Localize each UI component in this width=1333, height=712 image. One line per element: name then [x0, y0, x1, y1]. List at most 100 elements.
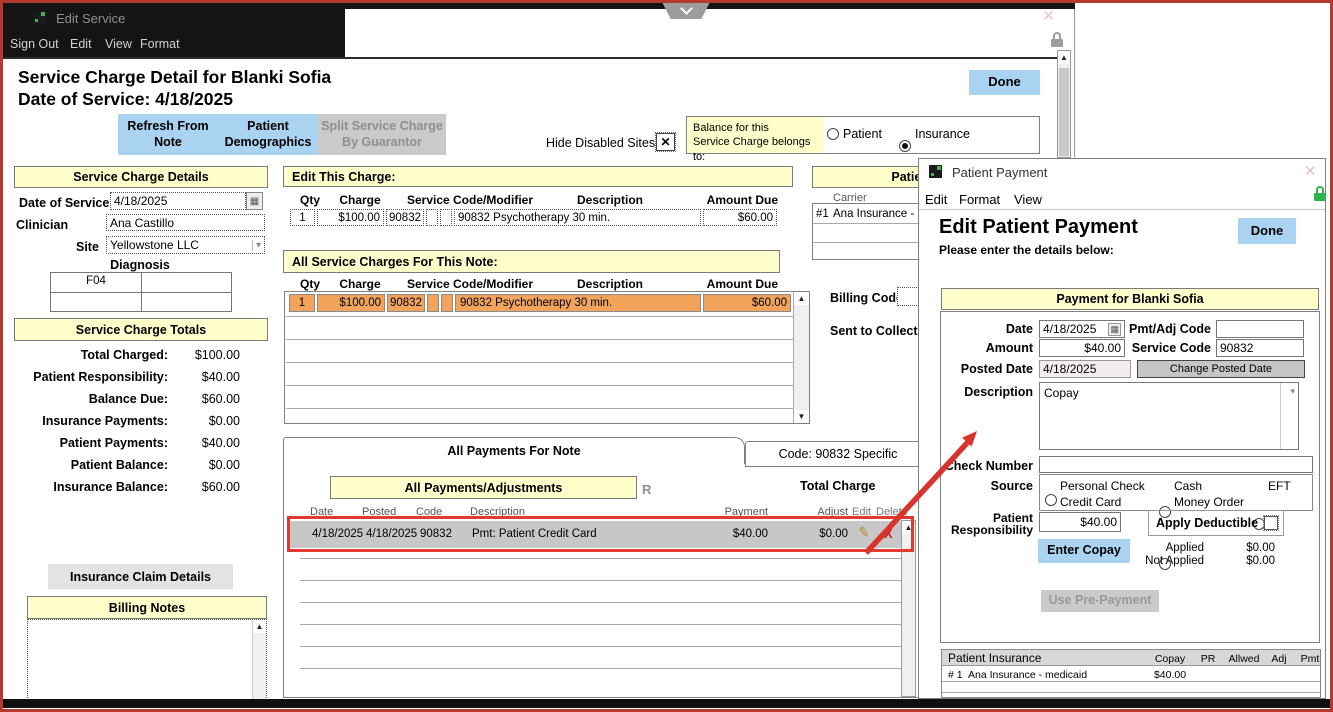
site-select[interactable]: Yellowstone LLC ▾ — [106, 236, 265, 254]
tab-all-payments[interactable]: All Payments For Note — [283, 437, 745, 464]
menu-edit[interactable]: Edit — [925, 192, 947, 207]
billing-notes-textarea[interactable]: ▲ — [27, 619, 267, 700]
patient-responsibility-input[interactable]: $40.00 — [1039, 512, 1121, 532]
pmt-adj-code-input[interactable] — [1216, 320, 1304, 338]
scroll-up-icon[interactable]: ▲ — [794, 292, 809, 305]
change-posted-date-button[interactable]: Change Posted Date — [1137, 360, 1305, 378]
radio-money-order-label[interactable]: Money Order — [1174, 495, 1244, 509]
charge-input[interactable]: $100.00 — [317, 209, 384, 226]
menu-sign-out[interactable]: Sign Out — [10, 37, 59, 51]
collapse-tab[interactable] — [662, 2, 710, 19]
scroll-down-icon[interactable]: ▼ — [794, 410, 809, 423]
clinician-label: Clinician — [16, 218, 68, 232]
insurance-claim-details-button[interactable]: Insurance Claim Details — [48, 564, 233, 589]
use-pre-payment-button: Use Pre-Payment — [1041, 590, 1159, 612]
patient-balance-label: Patient Balance: — [20, 458, 168, 472]
row-charge[interactable]: $100.00 — [317, 294, 385, 312]
menu-format[interactable]: Format — [959, 192, 1000, 207]
row-amount[interactable]: $60.00 — [703, 294, 791, 312]
description-combobox[interactable]: Copay ▾ — [1039, 382, 1299, 450]
billing-notes-header: Billing Notes — [27, 596, 267, 619]
row-code[interactable]: 90832 — [387, 294, 425, 312]
dialog-done-button[interactable]: Done — [1238, 218, 1296, 244]
apply-deductible-box: Apply Deductible — [1148, 510, 1284, 536]
radio-patient-label[interactable]: Patient — [843, 127, 882, 141]
menu-format[interactable]: Format — [140, 37, 180, 51]
service-code-input[interactable]: 90832 — [1216, 339, 1304, 357]
col-copay: Copay — [1150, 653, 1190, 665]
chevron-down-icon[interactable]: ▾ — [1290, 386, 1295, 397]
service-charge-totals-header: Service Charge Totals — [14, 318, 268, 341]
row-description[interactable]: 90832 Psychotherapy 30 min. — [455, 294, 701, 312]
panel-border-left — [283, 464, 284, 697]
insurance-balance-label: Insurance Balance: — [20, 480, 168, 494]
col-pr: PR — [1194, 653, 1222, 665]
site-label: Site — [76, 240, 99, 254]
apply-deductible-checkbox[interactable] — [1264, 516, 1278, 530]
apply-deductible-label: Apply Deductible — [1156, 516, 1258, 530]
clinician-input[interactable]: Ana Castillo — [106, 214, 265, 231]
radio-personal-check-label[interactable]: Personal Check — [1060, 479, 1145, 493]
not-applied-value: $0.00 — [1219, 555, 1275, 567]
radio-eft-label[interactable]: EFT — [1268, 479, 1291, 493]
date-of-service-input[interactable]: 4/18/2025 — [110, 192, 246, 210]
col-amount-due: Amount Due — [700, 193, 778, 207]
row-qty[interactable]: 1 — [289, 294, 315, 312]
amount-due-input[interactable]: $60.00 — [703, 209, 777, 226]
radio-personal-check[interactable] — [1045, 494, 1057, 506]
radio-credit-card-label[interactable]: Credit Card — [1060, 495, 1121, 509]
balance-label-line2: Service Charge belongs to: — [693, 135, 823, 164]
lock-icon — [1050, 32, 1064, 47]
patient-payments-label: Patient Payments: — [20, 436, 168, 450]
description-value: Copay — [1044, 386, 1079, 400]
check-number-input[interactable] — [1039, 456, 1313, 473]
hide-disabled-sites-checkbox[interactable]: ✕ — [656, 133, 675, 151]
radio-patient[interactable] — [827, 128, 839, 140]
dialog-subheading: Please enter the details below: — [939, 243, 1114, 257]
col-amount-due: Amount Due — [700, 277, 778, 291]
description-input[interactable]: 90832 Psychotherapy 30 min. — [454, 209, 701, 226]
done-button[interactable]: Done — [969, 70, 1040, 95]
date-input[interactable]: 4/18/2025 ▦ — [1039, 320, 1125, 338]
qty-input[interactable]: 1 — [290, 209, 315, 226]
diagnosis-label: Diagnosis — [90, 258, 190, 272]
table-scrollbar[interactable]: ▲ ▼ — [793, 292, 809, 423]
app-icon — [33, 11, 46, 24]
close-icon[interactable]: ✕ — [1042, 6, 1055, 26]
posted-date-input: 4/18/2025 — [1039, 360, 1131, 378]
annotation-arrow — [850, 418, 990, 563]
modifier1-input[interactable] — [426, 209, 438, 226]
radio-insurance[interactable] — [899, 140, 911, 152]
main-scrollbar[interactable]: ▲ — [1057, 50, 1071, 158]
radio-cash-label[interactable]: Cash — [1174, 479, 1202, 493]
close-icon[interactable]: ✕ — [1304, 162, 1317, 180]
dialog-menu-divider — [919, 209, 1325, 210]
scrollbar-thumb[interactable] — [1059, 68, 1069, 156]
scroll-up-icon[interactable]: ▲ — [253, 620, 266, 633]
modifier2-input[interactable] — [440, 209, 452, 226]
scroll-up-icon[interactable]: ▲ — [1058, 51, 1070, 64]
menu-edit[interactable]: Edit — [70, 37, 92, 51]
row-mod2[interactable] — [441, 294, 453, 312]
patient-balance-value: $0.00 — [180, 458, 240, 472]
date-label: Date — [929, 322, 1033, 336]
enter-copay-button[interactable]: Enter Copay — [1038, 539, 1130, 563]
all-service-charges-header: All Service Charges For This Note: — [283, 250, 780, 273]
diagnosis-code-1[interactable]: F04 — [51, 275, 141, 287]
menu-view[interactable]: View — [1014, 192, 1042, 207]
radio-insurance-label[interactable]: Insurance — [915, 127, 970, 141]
diagnosis-grid[interactable]: F04 — [50, 272, 232, 312]
amount-input[interactable]: $40.00 — [1039, 339, 1125, 357]
balance-label-line1: Balance for this — [693, 121, 823, 135]
col-service-code: Service Code/Modifier — [395, 277, 545, 291]
clinician-value: Ana Castillo — [110, 216, 174, 230]
refresh-from-note-button[interactable]: Refresh From Note — [118, 114, 218, 155]
insurance-row-name[interactable]: Ana Insurance - medicaid — [968, 669, 1087, 681]
row-mod1[interactable] — [427, 294, 439, 312]
calendar-icon[interactable]: ▦ — [246, 192, 263, 210]
service-code-input[interactable]: 90832 — [386, 209, 424, 226]
patient-demographics-button[interactable]: Patient Demographics — [218, 114, 318, 155]
calendar-icon[interactable]: ▦ — [1108, 323, 1121, 336]
not-applied-label: Not Applied — [1134, 555, 1204, 567]
menu-view[interactable]: View — [105, 37, 132, 51]
